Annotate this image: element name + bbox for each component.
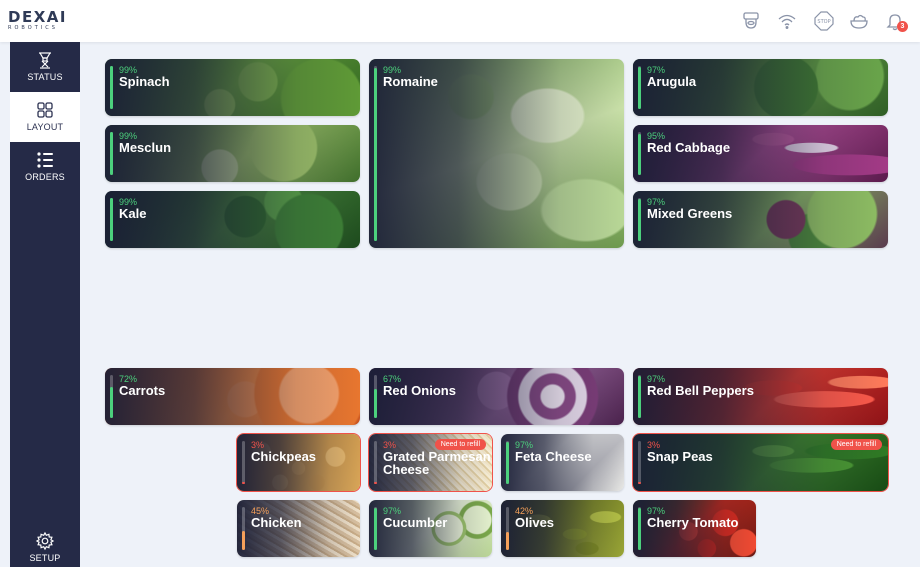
level-bar-fill [506,442,509,484]
ingredient-tile-kale[interactable]: 99% Kale [105,191,360,248]
ingredient-name: Mixed Greens [647,206,733,221]
ingredient-tile-arugula[interactable]: 97% Arugula [633,59,888,116]
ingredient-name: Spinach [119,74,170,89]
gear-icon [35,531,55,551]
ingredient-tile-chickpeas[interactable]: 3% Chickpeas [237,434,360,491]
ingredient-name: Romaine [383,74,438,89]
ingredient-name: Cherry Tomato [647,515,739,530]
ingredient-name: Red Cabbage [647,140,731,155]
level-bar [242,441,245,484]
wifi-icon[interactable] [776,10,798,32]
ingredient-tile-red-onions[interactable]: 67% Red Onions [369,368,624,425]
ingredient-name: Kale [119,206,147,221]
level-bar-fill [242,482,245,484]
level-bar-fill [110,198,113,241]
ingredient-tile-snap-peas[interactable]: 3% Need to refill Snap Peas [633,434,888,491]
ingredient-tile-olives[interactable]: 42% Olives [501,500,624,557]
robot-arm-icon [39,52,51,69]
level-bar-fill [638,508,641,550]
sidebar-item-label: LAYOUT [26,122,64,132]
ingredient-tile-spinach[interactable]: 99% Spinach [105,59,360,116]
ingredient-tile-mesclun[interactable]: 99% Mesclun [105,125,360,182]
dexai-logo: DEXAI ROBOTICS [8,9,70,33]
ingredient-tile-red-bell-peppers[interactable]: 97% Red Bell Peppers [633,368,888,425]
level-bar-fill [110,66,113,109]
ingredient-name: Chickpeas [251,449,317,464]
sidebar-item-orders[interactable]: ORDERS [10,142,80,192]
level-bar [110,198,113,241]
level-bar [374,441,377,484]
ingredient-name: Grated Parmesan Cheese [383,449,491,477]
level-bar [638,507,641,550]
sidebar-item-label: ORDERS [25,172,65,182]
level-bar-fill [374,389,377,418]
level-bar [242,507,245,550]
ingredient-name: Arugula [647,74,697,89]
ingredient-tile-grated-parmesan-cheese[interactable]: 3% Need to refill Grated Parmesan Cheese [369,434,492,491]
ingredient-name: Red Bell Peppers [647,383,754,398]
sidebar-item-label: STATUS [27,72,63,82]
notification-badge: 3 [897,21,908,32]
level-bar-fill [110,387,113,418]
level-bar [638,66,641,109]
level-bar [638,375,641,418]
level-bar-fill [638,134,641,175]
ingredient-name: Snap Peas [647,449,713,464]
level-bar [638,441,641,484]
level-bar [638,198,641,241]
ingredient-tile-cucumber[interactable]: 97% Cucumber [369,500,492,557]
ingredient-tile-red-cabbage[interactable]: 95% Red Cabbage [633,125,888,182]
level-bar-fill [638,67,641,109]
bowl-dispenser-icon[interactable] [740,10,762,32]
top-bar: DEXAI ROBOTICS STOP 3 [0,0,920,42]
level-bar-fill [638,199,641,241]
bell-icon[interactable]: 3 [884,10,908,32]
level-bar [374,66,377,241]
level-bar-fill [374,482,377,484]
level-bar [506,507,509,550]
level-bar-fill [374,508,377,550]
level-bar [506,441,509,484]
salad-bowl-icon[interactable] [848,10,870,32]
ingredient-name: Cucumber [383,515,448,530]
level-bar [638,132,641,175]
stop-icon[interactable]: STOP [813,10,835,32]
ingredient-tile-carrots[interactable]: 72% Carrots [105,368,360,425]
ingredient-name: Mesclun [119,140,172,155]
level-bar [374,507,377,550]
sidebar: STATUS LAYOUT ORDERS SETUP [10,42,80,567]
sidebar-item-label: SETUP [29,553,61,563]
ingredient-tile-romaine[interactable]: 99% Romaine [369,59,624,248]
refill-alert-badge: Need to refill [830,439,882,450]
list-icon [37,152,53,168]
sidebar-item-status[interactable]: STATUS [10,42,80,92]
level-bar-fill [638,482,641,484]
level-bar [374,375,377,418]
level-bar [110,375,113,418]
level-bar [110,132,113,175]
ingredient-name: Red Onions [383,383,456,398]
ingredient-tile-feta-cheese[interactable]: 97% Feta Cheese [501,434,624,491]
level-bar-fill [638,376,641,418]
svg-text:STOP: STOP [817,19,830,25]
level-bar-fill [242,530,245,550]
ingredient-tile-cherry-tomato[interactable]: 97% Cherry Tomato [633,500,756,557]
logo-subtext: ROBOTICS [8,25,58,31]
sidebar-item-layout[interactable]: LAYOUT [10,92,80,142]
level-bar-fill [374,67,377,241]
sidebar-item-setup[interactable]: SETUP [10,525,80,567]
ingredient-tile-chicken[interactable]: 45% Chicken [237,500,360,557]
ingredient-name: Feta Cheese [515,449,592,464]
ingredient-name: Chicken [251,515,302,530]
ingredient-name: Carrots [119,383,166,398]
level-bar-fill [110,132,113,175]
level-bar-fill [506,531,509,550]
layout-grid-icon [37,102,53,118]
level-bar [110,66,113,109]
ingredient-name: Olives [515,515,555,530]
ingredient-tile-mixed-greens[interactable]: 97% Mixed Greens [633,191,888,248]
logo-text: DEXAI [8,8,67,26]
